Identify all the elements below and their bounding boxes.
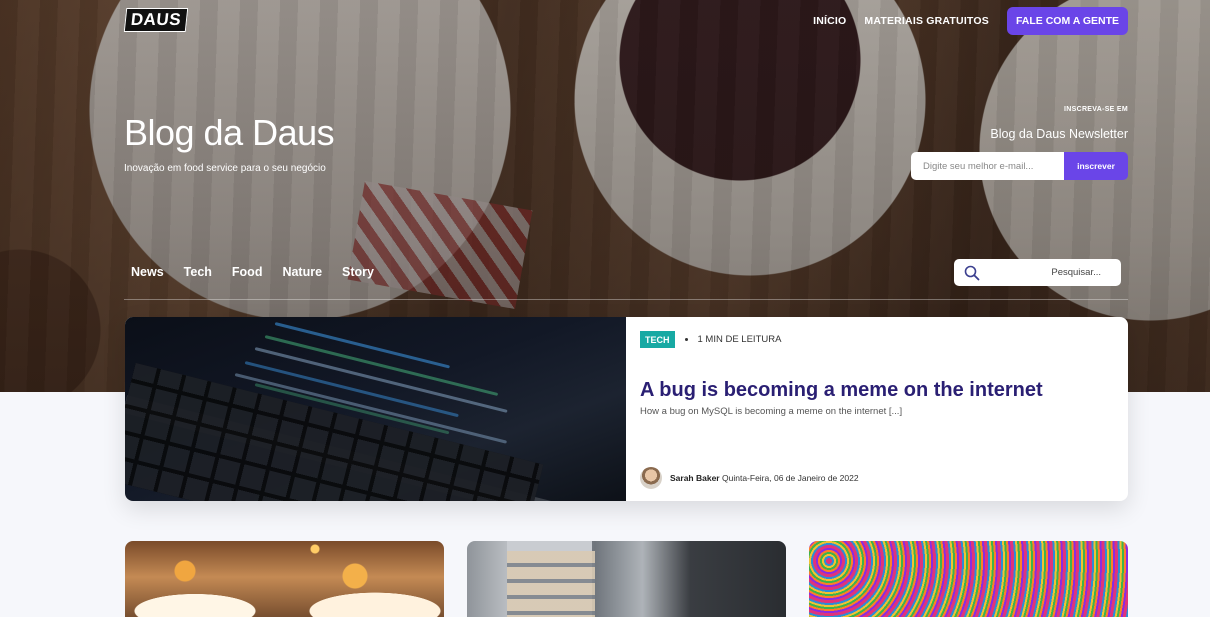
contact-button[interactable]: FALE COM A GENTE [1006, 7, 1128, 35]
category-food[interactable]: Food [232, 265, 263, 279]
search-icon[interactable] [964, 265, 980, 281]
read-time: 1 MIN DE LEITURA [697, 334, 782, 345]
newsletter-subscribe-button[interactable]: inscrever [1064, 152, 1128, 180]
newsletter-kicker: INSCREVA-SE EM [1064, 106, 1128, 113]
featured-post-body: TECH 1 MIN DE LEITURA A bug is becoming … [626, 317, 1128, 501]
post-card-1-image[interactable] [125, 541, 444, 617]
page-subtitle: Inovação em food service para o seu negó… [124, 163, 326, 174]
category-nature[interactable]: Nature [282, 265, 322, 279]
newsletter-form: Digite seu melhor e-mail... inscrever [911, 152, 1128, 180]
post-author: Sarah Baker Quinta-Feira, 06 de Janeiro … [640, 467, 859, 489]
nav-materiais-link[interactable]: MATERIAIS GRATUITOS [864, 15, 989, 27]
featured-post-excerpt: How a bug on MySQL is becoming a meme on… [640, 406, 903, 417]
author-name: Sarah Baker [670, 473, 720, 483]
post-meta: TECH 1 MIN DE LEITURA [640, 331, 1114, 348]
category-story[interactable]: Story [342, 265, 374, 279]
page-title: Blog da Daus [124, 112, 335, 153]
category-navigation: News Tech Food Nature Story [131, 265, 374, 279]
featured-post-title[interactable]: A bug is becoming a meme on the internet [640, 379, 1114, 402]
search-input[interactable]: Pesquisar... [1051, 267, 1101, 278]
separator-dot [684, 338, 688, 341]
featured-post-card[interactable]: TECH 1 MIN DE LEITURA A bug is becoming … [125, 317, 1128, 501]
category-tech[interactable]: Tech [184, 265, 212, 279]
nav-inicio-link[interactable]: INÍCIO [813, 15, 846, 27]
newsletter-email-input[interactable]: Digite seu melhor e-mail... [911, 152, 1064, 180]
featured-post-image[interactable] [125, 317, 626, 501]
hero-background-tablecloth [347, 180, 533, 310]
author-avatar [640, 467, 662, 489]
category-tag[interactable]: TECH [640, 331, 675, 348]
newsletter-title: Blog da Daus Newsletter [990, 127, 1128, 141]
search-box[interactable]: Pesquisar... [954, 259, 1121, 286]
post-card-2-image[interactable] [467, 541, 786, 617]
category-news[interactable]: News [131, 265, 164, 279]
daus-logo[interactable]: DAUS [123, 8, 189, 32]
top-navigation: INÍCIO MATERIAIS GRATUITOS FALE COM A GE… [813, 7, 1128, 35]
post-date: Quinta-Feira, 06 de Janeiro de 2022 [722, 473, 859, 483]
nav-divider [124, 299, 1128, 300]
post-card-3-image[interactable] [809, 541, 1128, 617]
